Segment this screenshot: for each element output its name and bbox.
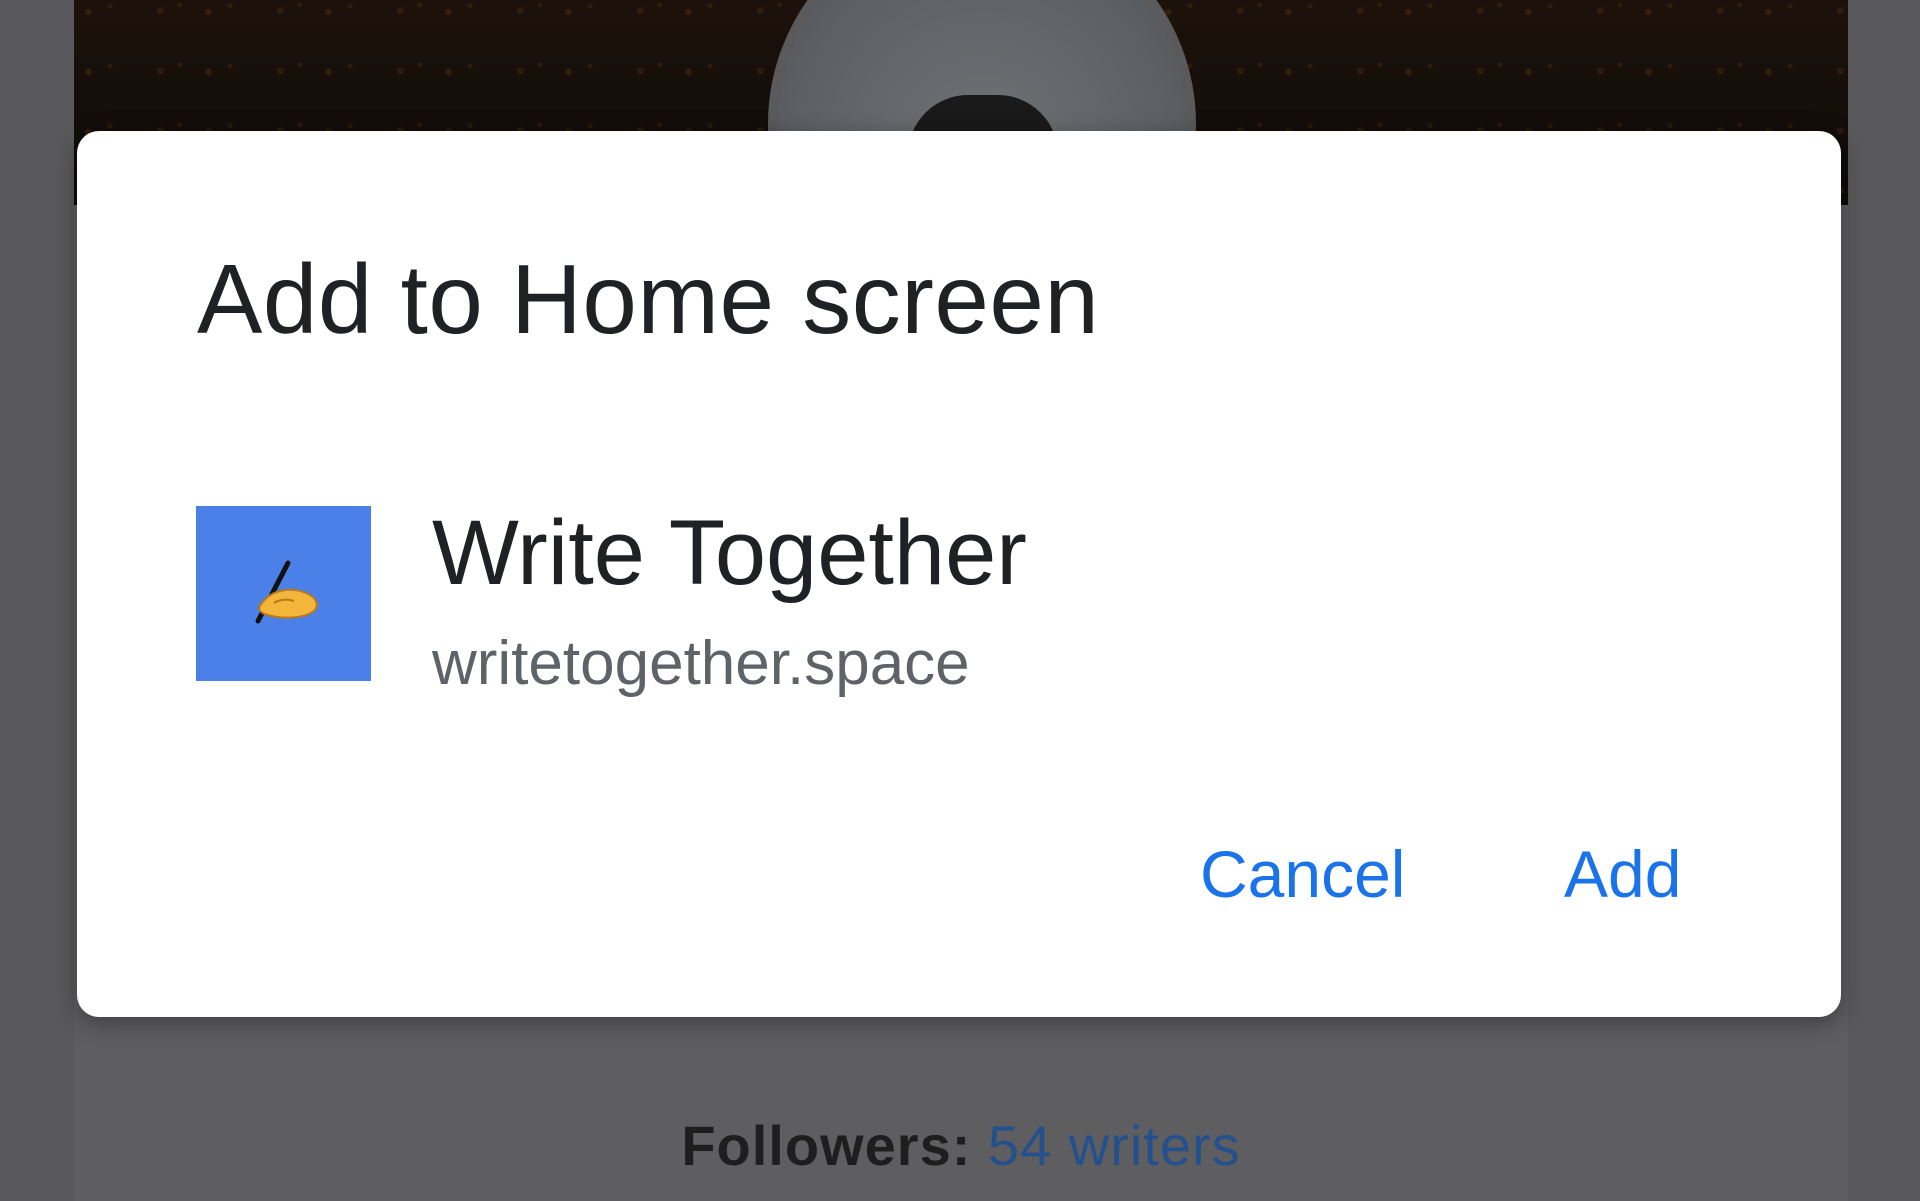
left-gutter xyxy=(0,0,74,1201)
right-gutter xyxy=(1848,0,1920,1201)
cancel-button[interactable]: Cancel xyxy=(1200,836,1405,912)
add-button[interactable]: Add xyxy=(1564,836,1681,912)
screen: Followers: 54 writers Add to Home screen… xyxy=(0,0,1920,1201)
dialog-title: Add to Home screen xyxy=(197,244,1100,354)
followers-label: Followers: xyxy=(681,1114,972,1177)
writing-hand-glyph xyxy=(255,560,318,623)
app-url: writetogether.space xyxy=(432,629,970,698)
add-to-home-dialog: Add to Home screen Write Together writet… xyxy=(77,131,1841,1017)
writing-hand-icon xyxy=(196,506,371,681)
followers-count-link[interactable]: 54 writers xyxy=(988,1114,1241,1177)
followers-line: Followers: 54 writers xyxy=(74,1113,1848,1178)
app-name[interactable]: Write Together xyxy=(432,501,1027,606)
